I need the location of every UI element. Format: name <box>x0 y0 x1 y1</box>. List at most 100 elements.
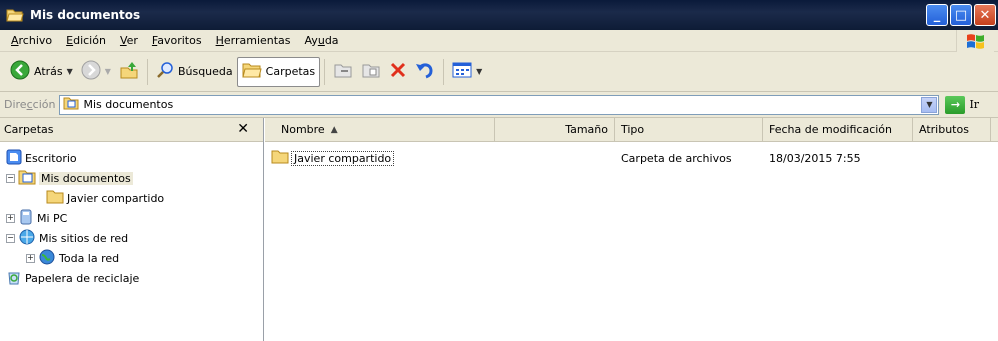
menu-label-rest: dición <box>73 34 106 47</box>
menu-ayuda[interactable]: Ayuda <box>298 34 346 47</box>
file-name[interactable]: Javier compartido <box>291 150 395 166</box>
toolbar-separator <box>443 58 445 85</box>
tree-item-label: Javier compartido <box>67 191 165 205</box>
address-label-pre: Dire <box>4 98 27 111</box>
column-label: Tipo <box>621 123 645 136</box>
toolbar-separator <box>324 58 326 85</box>
collapse-toggle[interactable]: − <box>6 173 15 183</box>
address-label: Dirección <box>4 98 55 111</box>
expand-toggle[interactable]: + <box>6 213 15 223</box>
tree-item-javier-compartido[interactable]: Javier compartido <box>46 188 164 208</box>
up-folder-button[interactable] <box>115 57 143 87</box>
menu-edicion[interactable]: Edición <box>59 34 113 47</box>
folders-panel-title: Carpetas <box>4 123 54 136</box>
folder-open-icon <box>6 7 24 23</box>
menu-favoritos[interactable]: Favoritos <box>145 34 209 47</box>
menu-label-rest: rchivo <box>18 34 53 47</box>
menu-label-prefix: Ay <box>304 34 318 47</box>
menu-label-rest: er <box>126 34 138 47</box>
tree-item-label: Mi PC <box>37 211 68 225</box>
sort-ascending-icon: ▲ <box>330 124 338 135</box>
forward-dropdown-icon[interactable]: ▼ <box>105 67 111 76</box>
file-type: Carpeta de archivos <box>621 151 732 165</box>
collapse-toggle[interactable]: − <box>6 233 15 243</box>
menu-archivo[interactable]: Archivo <box>4 34 59 47</box>
tree-item-label: Escritorio <box>25 151 77 165</box>
delete-button[interactable] <box>385 57 411 87</box>
windows-logo-icon <box>956 30 994 52</box>
column-label: Nombre <box>281 123 325 136</box>
forward-button[interactable]: ▼ <box>77 57 115 87</box>
search-label: Búsqueda <box>177 65 233 78</box>
expand-toggle[interactable]: + <box>26 253 35 263</box>
column-label: Fecha de modificación <box>769 123 893 136</box>
tree-item-mis-documentos[interactable]: − Mis documentos <box>6 168 133 188</box>
maximize-button[interactable]: □ <box>950 4 972 26</box>
toolbar-separator <box>146 58 148 85</box>
folders-button[interactable]: Carpetas <box>236 56 321 87</box>
back-label: Atrás <box>34 65 63 78</box>
move-to-button[interactable] <box>329 57 357 87</box>
column-header-attributes[interactable]: Atributos <box>913 118 991 141</box>
back-button[interactable]: Atrás ▼ <box>6 57 77 87</box>
close-button[interactable]: ✕ <box>974 4 996 26</box>
folders-panel-header: Carpetas ✕ <box>0 118 263 142</box>
tree-item-label: Papelera de reciclaje <box>25 271 140 285</box>
undo-button[interactable] <box>411 57 439 87</box>
back-dropdown-icon[interactable]: ▼ <box>67 67 73 76</box>
column-label: Atributos <box>919 123 969 136</box>
table-row[interactable]: Javier compartido <box>271 148 491 168</box>
go-button[interactable]: → Ir <box>945 95 979 114</box>
folder-icon <box>46 190 64 207</box>
up-folder-icon <box>119 60 139 83</box>
tree-item-toda-la-red[interactable]: + Toda la red <box>26 248 119 268</box>
column-label: Tamaño <box>565 123 608 136</box>
tree-item-papelera[interactable]: Papelera de reciclaje <box>6 268 139 288</box>
column-header-size[interactable]: Tamaño <box>495 118 615 141</box>
address-dropdown-icon[interactable]: ▼ <box>921 96 938 113</box>
folders-label: Carpetas <box>265 65 316 78</box>
file-size <box>501 148 609 168</box>
undo-icon <box>415 61 435 82</box>
column-header-modified[interactable]: Fecha de modificación <box>763 118 913 141</box>
recycle-bin-icon <box>6 269 22 288</box>
column-header-row: Nombre ▲ Tamaño Tipo Fecha de modificaci… <box>265 118 998 142</box>
menu-label-accel: H <box>215 34 224 47</box>
title-bar[interactable]: Mis documentos _ □ ✕ <box>0 0 998 30</box>
menu-label-rest: da <box>324 34 339 47</box>
tree-item-label: Toda la red <box>59 251 120 265</box>
tree-item-mis-sitios-de-red[interactable]: − Mis sitios de red <box>6 228 128 248</box>
tree-item-label: Mis sitios de red <box>39 231 129 245</box>
address-value: Mis documentos <box>83 98 174 111</box>
folder-icon <box>271 150 289 167</box>
address-input[interactable]: Mis documentos ▼ <box>59 94 940 115</box>
views-icon <box>452 62 472 81</box>
search-icon <box>156 61 174 82</box>
views-button[interactable]: ▼ <box>448 57 486 87</box>
tree-item-escritorio[interactable]: Escritorio <box>6 148 77 168</box>
menu-ver[interactable]: Ver <box>113 34 145 47</box>
copy-to-button[interactable] <box>357 57 385 87</box>
menu-herramientas[interactable]: Herramientas <box>209 34 298 47</box>
minimize-button[interactable]: _ <box>926 4 948 26</box>
address-bar: Dirección Mis documentos ▼ → Ir <box>0 92 998 118</box>
menu-label-rest: avoritos <box>157 34 202 47</box>
column-header-name[interactable]: Nombre ▲ <box>265 118 495 141</box>
delete-x-icon <box>389 61 407 82</box>
folder-icon <box>242 61 262 82</box>
menu-bar: Archivo Edición Ver Favoritos Herramient… <box>0 30 998 52</box>
window-title: Mis documentos <box>30 8 141 22</box>
my-documents-icon <box>18 169 36 188</box>
tree-item-mi-pc[interactable]: + Mi PC <box>6 208 67 228</box>
toolbar: Atrás ▼ ▼ Búsqueda Carpetas ▼ <box>0 52 998 92</box>
folders-panel-close-button[interactable]: ✕ <box>237 121 249 137</box>
forward-arrow-icon <box>81 60 101 83</box>
search-button[interactable]: Búsqueda <box>152 57 237 87</box>
move-to-icon <box>333 61 353 82</box>
file-list: Nombre ▲ Tamaño Tipo Fecha de modificaci… <box>265 118 998 341</box>
column-header-type[interactable]: Tipo <box>615 118 763 141</box>
views-dropdown-icon[interactable]: ▼ <box>476 67 482 76</box>
my-computer-icon <box>18 209 34 228</box>
address-label-post: ción <box>32 98 56 111</box>
copy-to-icon <box>361 61 381 82</box>
